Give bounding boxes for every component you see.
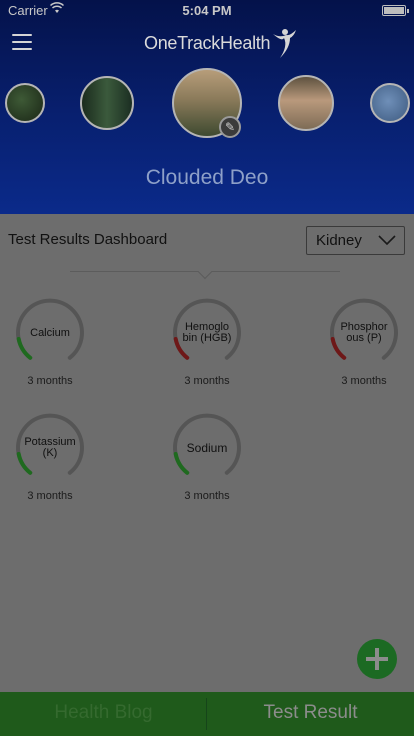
gauge-period: 3 months	[341, 375, 387, 387]
divider-pointer	[197, 264, 213, 280]
app-logo: OneTrackHealth	[144, 28, 297, 58]
gauge-label: Hemoglo bin (HGB)	[182, 321, 232, 344]
gauge-label: Sodium	[186, 440, 228, 455]
edit-pencil-icon[interactable]: ✎	[219, 116, 241, 138]
bottom-tab-bar: Health Blog Test Result	[0, 692, 414, 736]
avatar-2[interactable]	[80, 76, 134, 130]
avatar-1[interactable]	[5, 83, 45, 123]
dropdown-value: Kidney	[316, 232, 362, 249]
add-test-button[interactable]	[357, 639, 397, 679]
app-logo-text: OneTrackHealth	[144, 32, 271, 53]
avatar-5[interactable]	[370, 83, 410, 123]
tab-health-blog[interactable]: Health Blog	[0, 692, 207, 736]
gauge-period: 3 months	[27, 490, 73, 502]
avatar-4[interactable]	[278, 75, 334, 131]
profile-header: Carrier 5:04 PM OneTrackHealth ✎ Clouded…	[0, 0, 414, 214]
gauge-period: 3 months	[184, 490, 230, 502]
dashboard-panel: Test Results Dashboard Kidney Calcium 3 …	[0, 214, 414, 692]
tab-test-result[interactable]: Test Result	[207, 692, 414, 736]
test-gauge-potassium[interactable]: Potassium (K) 3 months	[0, 411, 105, 513]
test-gauge-phosphorous[interactable]: Phosphor ous (P) 3 months	[309, 296, 414, 398]
test-gauge-hemoglobin[interactable]: Hemoglo bin (HGB) 3 months	[152, 296, 262, 398]
gauge-period: 3 months	[184, 375, 230, 387]
status-bar: Carrier 5:04 PM	[0, 0, 414, 22]
category-dropdown[interactable]: Kidney	[306, 226, 405, 255]
gauge-label: Potassium (K)	[24, 436, 76, 459]
chevron-down-icon	[378, 235, 396, 246]
logo-figure-icon	[273, 29, 297, 58]
gauge-label: Phosphor ous (P)	[340, 321, 388, 344]
test-gauge-sodium[interactable]: Sodium 3 months	[152, 411, 262, 513]
gauge-period: 3 months	[27, 375, 73, 387]
dashboard-title: Test Results Dashboard	[8, 231, 168, 248]
profile-name: Clouded Deo	[145, 166, 269, 189]
gauge-label: Calcium	[30, 326, 70, 339]
battery-icon	[382, 5, 409, 16]
test-gauge-calcium[interactable]: Calcium 3 months	[0, 296, 105, 398]
clock: 5:04 PM	[182, 3, 232, 18]
menu-button[interactable]	[12, 34, 32, 50]
